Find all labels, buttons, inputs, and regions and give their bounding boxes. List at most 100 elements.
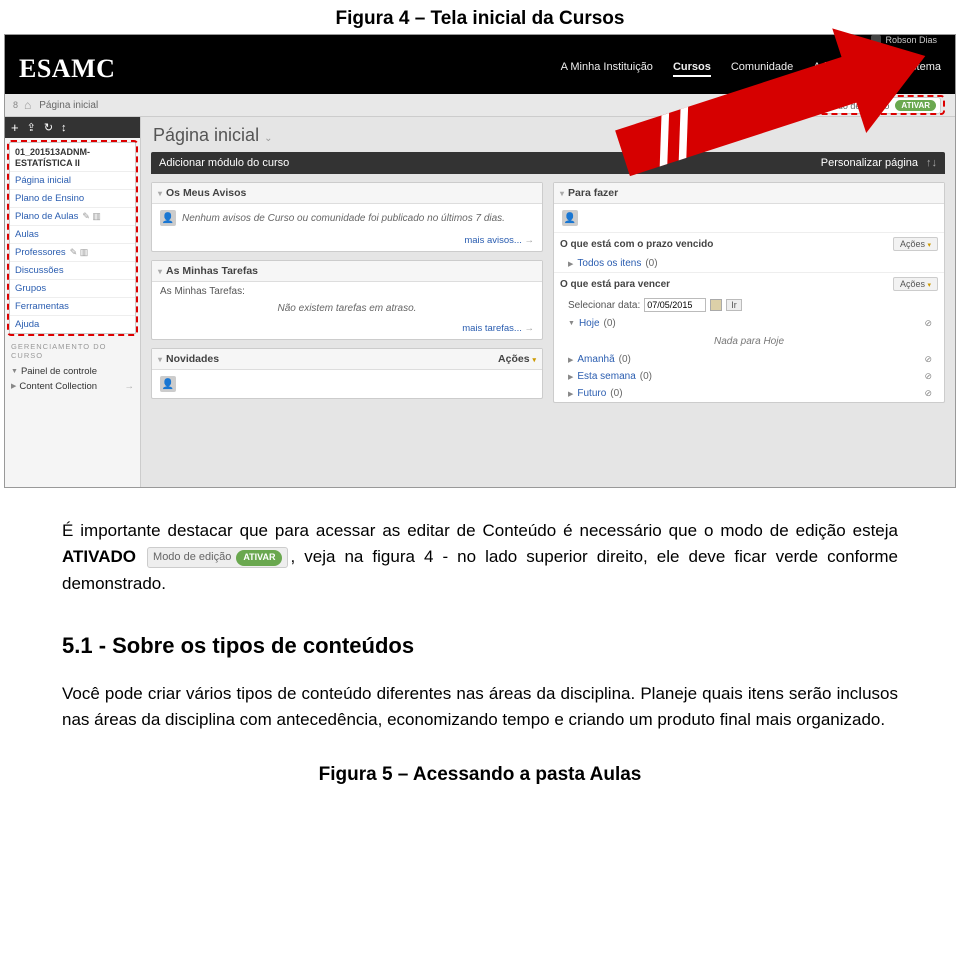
row-select-date: Selecionar data: Ir xyxy=(554,295,944,315)
acoes-button[interactable]: Ações ▾ xyxy=(893,277,938,291)
user-name: Robson Dias xyxy=(885,35,937,45)
sidebar-item-pagina-inicial[interactable]: Página inicial xyxy=(10,171,135,189)
acoes-button[interactable]: Ações ▾ xyxy=(498,353,536,365)
course-menu: 01_201513ADNM-ESTATÍSTICA II Página inic… xyxy=(9,142,136,334)
module-action-bar: Adicionar módulo do curso Personalizar p… xyxy=(151,152,945,174)
counter-badge: 8 xyxy=(13,100,18,110)
figure-caption-bottom: Figura 5 – Acessando a pasta Aulas xyxy=(62,760,898,789)
collapse-icon[interactable]: ▾ xyxy=(158,189,162,198)
sort-icon[interactable]: ↕ xyxy=(61,122,67,134)
panel-body-text: Nenhum avisos de Curso ou comunidade foi… xyxy=(182,213,505,224)
edit-mode-button[interactable]: ATIVAR xyxy=(895,100,936,111)
panel-novidades: ▾ Novidades Ações ▾ 👤 xyxy=(151,348,543,399)
panel-title: Novidades xyxy=(166,353,219,365)
sidebar-item-professores[interactable]: Professores✎ ▥ xyxy=(10,243,135,261)
panel-column-right: ▾ Para fazer 👤 O que está com o prazo ven… xyxy=(553,182,945,403)
course-management: GERENCIAMENTO DO CURSO ▼Painel de contro… xyxy=(5,334,140,398)
expand-icon[interactable]: ⊘ xyxy=(918,371,938,382)
row-para-vencer: O que está para vencer Ações ▾ xyxy=(554,272,944,295)
sidebar-item-ajuda[interactable]: Ajuda xyxy=(10,315,135,333)
customize-page-button[interactable]: Personalizar página xyxy=(821,157,918,169)
acoes-button[interactable]: Ações ▾ xyxy=(893,237,938,251)
mais-tarefas-link[interactable]: mais tarefas... xyxy=(462,323,522,334)
sidebar-item-plano-ensino[interactable]: Plano de Ensino xyxy=(10,189,135,207)
row-todos-itens[interactable]: ▶Todos os itens (0) xyxy=(554,255,944,272)
mgmt-heading: GERENCIAMENTO DO CURSO xyxy=(11,342,134,364)
row-hoje-empty: Nada para Hoje xyxy=(554,332,944,351)
panel-para-fazer: ▾ Para fazer 👤 O que está com o prazo ven… xyxy=(553,182,945,403)
sidebar: + ⇪ ↻ ↕ 01_201513ADNM-ESTATÍSTICA II Pág… xyxy=(5,117,141,487)
date-input[interactable] xyxy=(644,298,706,312)
panel-column-left: ▾ Os Meus Avisos 👤 Nenhum avisos de Curso … xyxy=(151,182,543,403)
user-icon: 👤 xyxy=(160,210,176,226)
panel-minhas-tarefas: ▾As Minhas Tarefas As Minhas Tarefas: Nã… xyxy=(151,260,543,340)
collapse-icon[interactable]: ▾ xyxy=(158,355,162,364)
sidebar-toolbar: + ⇪ ↻ ↕ xyxy=(5,117,140,138)
avatar xyxy=(871,35,881,45)
edit-mode-label: Modo de edição xyxy=(825,101,889,111)
add-module-button[interactable]: Adicionar módulo do curso xyxy=(159,157,289,169)
panel-title: As Minhas Tarefas xyxy=(166,265,258,277)
home-icon[interactable]: ⌂ xyxy=(24,98,31,112)
figure-caption-top: Figura 4 – Tela inicial da Cursos xyxy=(0,0,960,34)
brand-logo: ESAMC xyxy=(19,54,115,84)
panel-body-text: Não existem tarefas em atraso. xyxy=(278,303,417,314)
caret-icon: ▶ xyxy=(568,260,573,268)
add-icon[interactable]: + xyxy=(11,120,19,135)
section-heading: 5.1 - Sobre os tipos de conteúdos xyxy=(62,629,898,663)
edit-mode-label: Modo de edição xyxy=(153,549,231,566)
edit-mode-button: ATIVAR xyxy=(236,550,282,566)
chevron-down-icon[interactable]: ⌄ xyxy=(264,133,272,144)
panel-title: Para fazer xyxy=(568,187,618,199)
sidebar-item-ferramentas[interactable]: Ferramentas xyxy=(10,297,135,315)
row-prazo-vencido: O que está com o prazo vencido Ações ▾ xyxy=(554,232,944,255)
window-topbar: Robson Dias xyxy=(5,35,955,48)
user-badge[interactable]: Robson Dias xyxy=(871,35,937,45)
mais-avisos-link[interactable]: mais avisos... xyxy=(464,235,522,246)
row-semana[interactable]: ▶Esta semana (0)⊘ xyxy=(554,368,944,385)
caret-icon: ▶ xyxy=(11,382,16,390)
row-hoje[interactable]: ▼Hoje (0)⊘ xyxy=(554,315,944,332)
logo-bar: ESAMC A Minha Instituição Cursos Comunid… xyxy=(5,48,955,94)
nav-item-comunidade[interactable]: Comunidade xyxy=(731,61,793,77)
caret-icon: ▼ xyxy=(11,368,18,375)
main-content: Página inicial ⌄ Adicionar módulo do cur… xyxy=(141,117,955,487)
caret-icon: ▼ xyxy=(568,320,575,327)
user-icon: 👤 xyxy=(562,210,578,226)
edit-mode-pill[interactable]: Modo de edição ATIVAR xyxy=(804,97,941,114)
ir-button[interactable]: Ir xyxy=(726,299,742,311)
reorder-icon[interactable]: ↑↓ xyxy=(926,157,937,169)
nav-item-admin[interactable]: Administração do Sistema xyxy=(813,61,941,77)
panel-title: Os Meus Avisos xyxy=(166,187,246,199)
sidebar-item-aulas[interactable]: Aulas xyxy=(10,225,135,243)
expand-icon[interactable]: ⊘ xyxy=(918,354,938,365)
paragraph-1: É importante destacar que para acessar a… xyxy=(62,518,898,597)
paragraph-2: Você pode criar vários tipos de conteúdo… xyxy=(62,681,898,734)
sidebar-item-discussoes[interactable]: Discussões xyxy=(10,261,135,279)
palette-icon xyxy=(809,101,819,111)
nav-item-instituicao[interactable]: A Minha Instituição xyxy=(561,61,653,77)
user-icon: 👤 xyxy=(160,376,176,392)
sidebar-item-plano-aulas[interactable]: Plano de Aulas✎ ▥ xyxy=(10,207,135,225)
collapse-icon[interactable]: ▾ xyxy=(158,267,162,276)
breadcrumb-bar: 8 ⌂ Página inicial Modo de edição ATIVAR xyxy=(5,94,955,117)
upload-icon[interactable]: ⇪ xyxy=(27,121,36,134)
mgmt-item-content[interactable]: ▶Content Collection→ xyxy=(11,379,134,394)
expand-icon[interactable]: ⊘ xyxy=(918,318,938,329)
caret-icon: ▶ xyxy=(568,356,573,364)
row-futuro[interactable]: ▶Futuro (0)⊘ xyxy=(554,385,944,402)
row-title: O que está para vencer xyxy=(560,279,670,290)
mgmt-item-painel[interactable]: ▼Painel de controle xyxy=(11,364,134,379)
caret-icon: ▶ xyxy=(568,390,573,398)
inline-edit-pill: Modo de edição ATIVAR xyxy=(147,547,288,568)
row-amanha[interactable]: ▶Amanhã (0)⊘ xyxy=(554,351,944,368)
select-date-label: Selecionar data: xyxy=(568,300,640,311)
refresh-icon[interactable]: ↻ xyxy=(44,121,53,134)
sidebar-item-grupos[interactable]: Grupos xyxy=(10,279,135,297)
collapse-icon[interactable]: ▾ xyxy=(560,189,564,198)
panel-meus-avisos: ▾ Os Meus Avisos 👤 Nenhum avisos de Curso … xyxy=(151,182,543,252)
nav-item-cursos[interactable]: Cursos xyxy=(673,61,711,77)
main-nav: A Minha Instituição Cursos Comunidade Ad… xyxy=(561,61,941,77)
expand-icon[interactable]: ⊘ xyxy=(918,388,938,399)
calendar-icon[interactable] xyxy=(710,299,722,311)
